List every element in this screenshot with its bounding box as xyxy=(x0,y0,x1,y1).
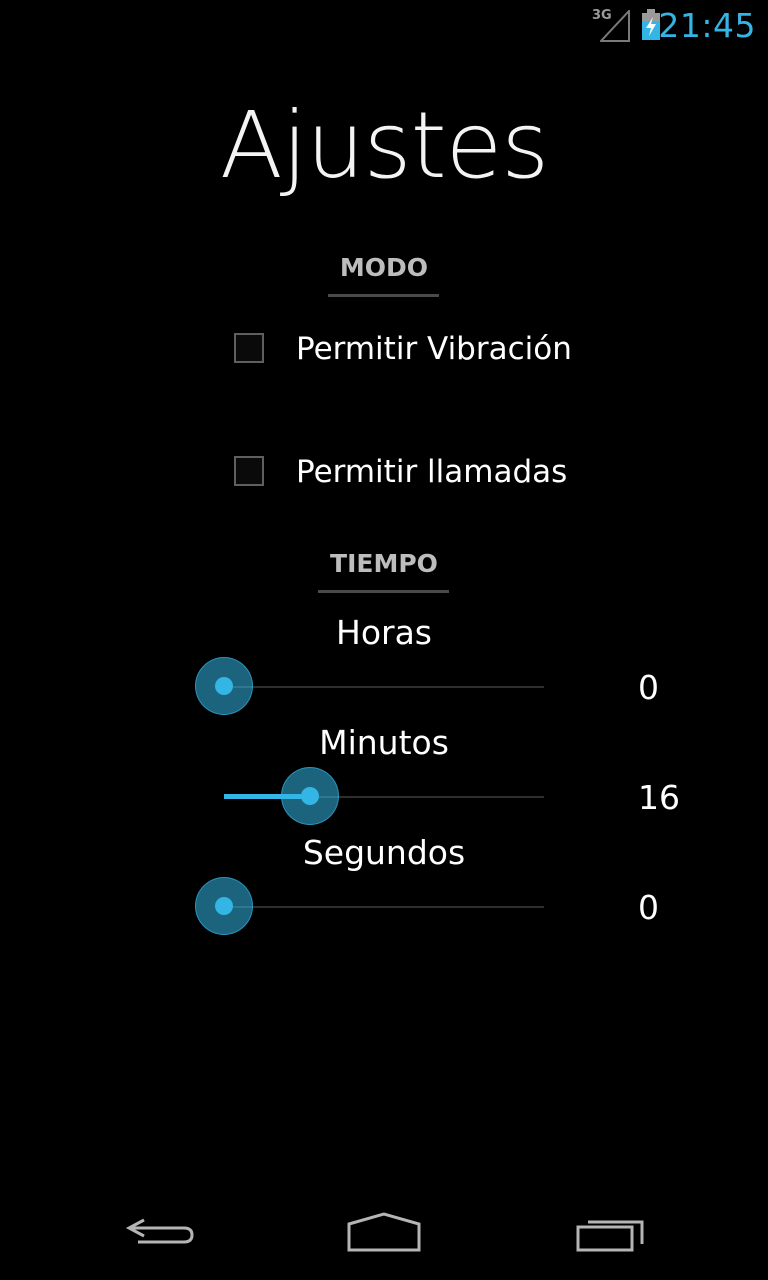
minutes-slider[interactable] xyxy=(224,767,544,827)
section-label-tiempo: TIEMPO xyxy=(330,549,438,578)
hours-label: Horas xyxy=(336,613,432,652)
home-icon[interactable] xyxy=(336,1206,432,1266)
recents-icon[interactable] xyxy=(562,1206,658,1266)
slider-track[interactable] xyxy=(224,686,544,688)
signal-icon xyxy=(600,10,630,42)
status-bar: 3G 21:45 xyxy=(0,0,768,50)
seconds-slider[interactable] xyxy=(195,877,544,937)
section-divider xyxy=(328,294,439,297)
slider-thumb-dot xyxy=(301,787,319,805)
section-label-modo: MODO xyxy=(339,253,429,282)
slider-thumb[interactable] xyxy=(195,657,253,715)
slider-track[interactable] xyxy=(224,906,544,908)
slider-thumb-dot xyxy=(215,677,233,695)
page-title: Ajustes xyxy=(219,92,549,199)
seconds-label: Segundos xyxy=(302,833,466,872)
section-header-tiempo: TIEMPO xyxy=(0,549,768,593)
minutes-value: 16 xyxy=(638,778,680,817)
slider-thumb[interactable] xyxy=(195,877,253,935)
vibration-checkbox[interactable] xyxy=(234,333,264,363)
navigation-bar xyxy=(0,1184,768,1280)
slider-thumb-dot xyxy=(215,897,233,915)
section-header-modo: MODO xyxy=(0,253,768,297)
hours-value: 0 xyxy=(638,668,659,707)
calls-checkbox[interactable] xyxy=(234,456,264,486)
calls-checkbox-label[interactable]: Permitir llamadas xyxy=(296,454,567,490)
clock: 21:45 xyxy=(658,6,756,45)
seconds-value: 0 xyxy=(638,888,659,927)
back-icon[interactable] xyxy=(112,1206,208,1266)
slider-thumb[interactable] xyxy=(281,767,339,825)
hours-slider[interactable] xyxy=(195,657,544,717)
section-divider xyxy=(318,590,449,593)
vibration-checkbox-label[interactable]: Permitir Vibración xyxy=(296,331,572,367)
minutes-label: Minutos xyxy=(319,723,449,762)
